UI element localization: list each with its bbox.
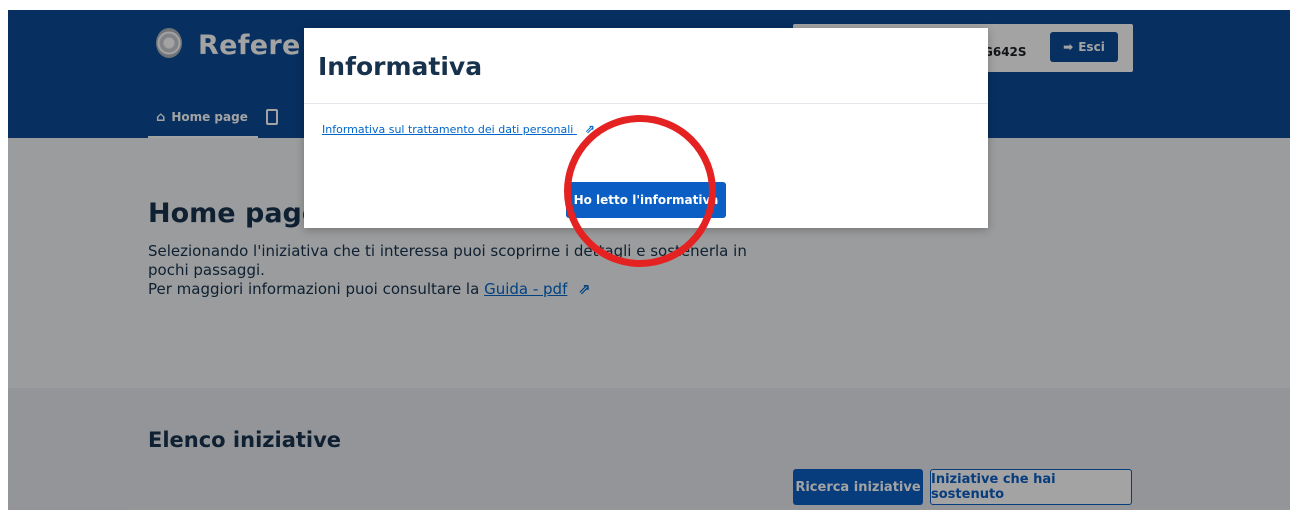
privacy-policy-link[interactable]: Informativa sul trattamento dei dati per… [322, 122, 595, 136]
modal-title: Informativa [318, 52, 483, 81]
privacy-policy-link-text[interactable]: Informativa sul trattamento dei dati per… [322, 123, 573, 136]
modal-header: Informativa [304, 28, 988, 104]
highlight-circle [564, 115, 716, 267]
page: Refere G642S ➡ Esci ⌂ Home page Home pag… [8, 10, 1290, 510]
